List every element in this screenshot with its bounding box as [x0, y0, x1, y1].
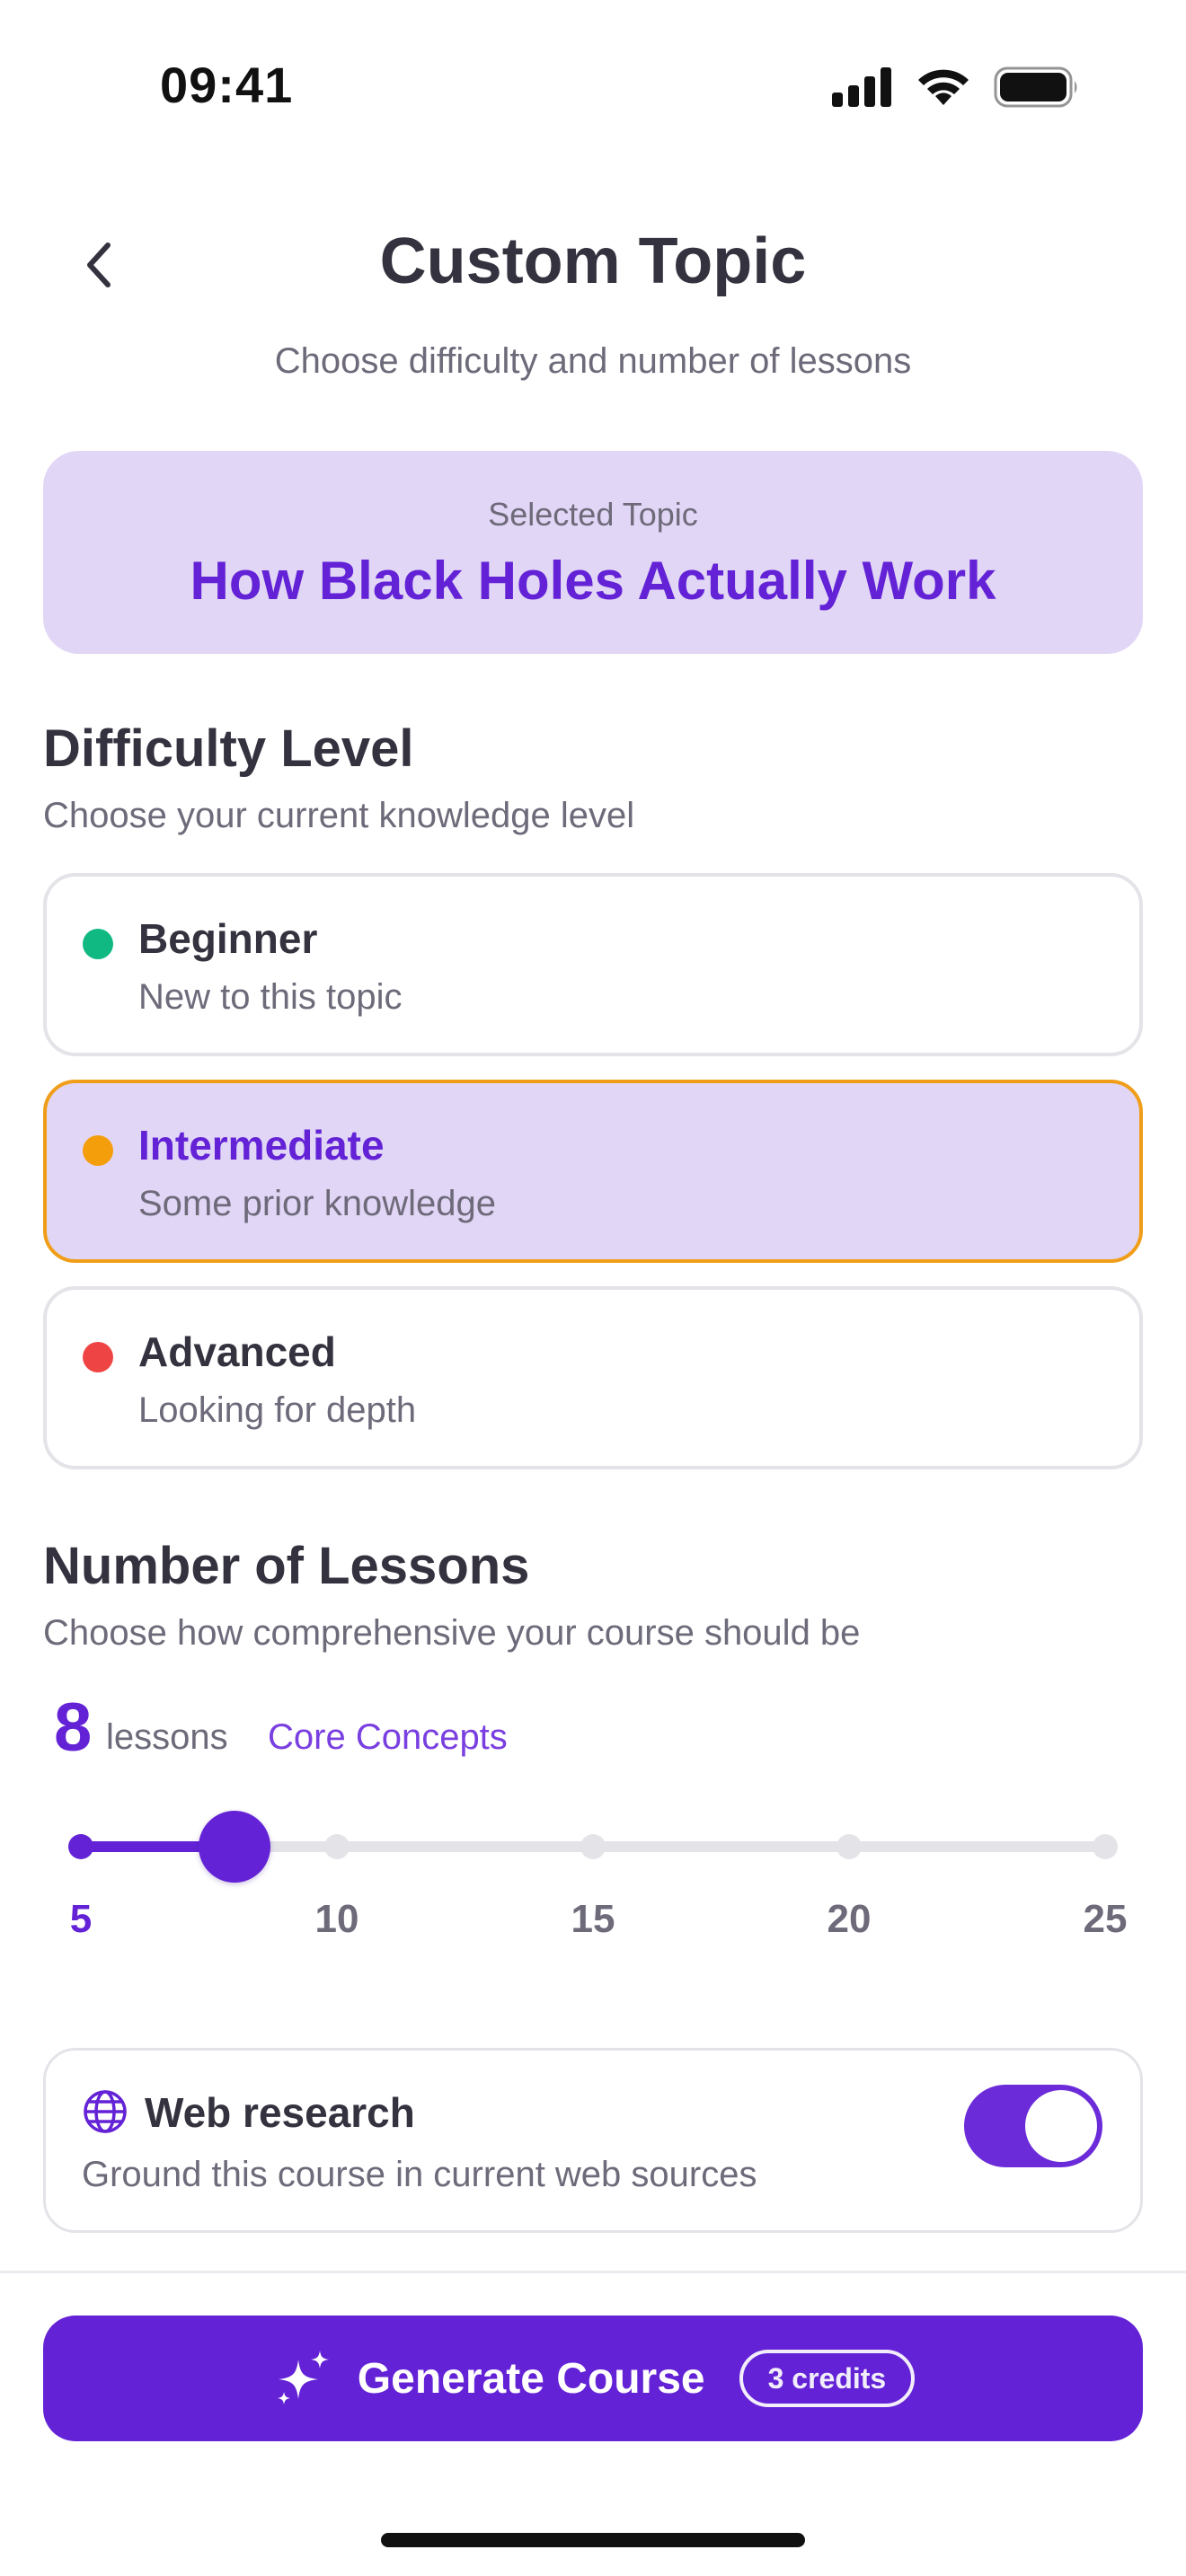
selected-topic-card: Selected Topic How Black Holes Actually …: [43, 451, 1143, 654]
slider-tick-label: 15: [571, 1897, 615, 1941]
difficulty-description: Choose your current knowledge level: [43, 796, 635, 835]
web-research-card: Web research Ground this course in curre…: [43, 2048, 1143, 2233]
slider-tick-labels: 5 10 15 20 25: [54, 1897, 1132, 1951]
status-bar: 09:41: [0, 0, 1186, 171]
difficulty-option-description: New to this topic: [138, 977, 403, 1017]
footer-divider: [0, 2271, 1186, 2273]
lesson-tier-label: Core Concepts: [268, 1717, 508, 1757]
slider-tick-label: 10: [314, 1897, 359, 1941]
slider-stop-5[interactable]: [68, 1834, 93, 1859]
difficulty-dot-icon: [83, 1135, 113, 1166]
cellular-signal-icon: [832, 67, 891, 107]
lesson-count-unit: lessons: [106, 1717, 228, 1757]
selected-topic-label: Selected Topic: [488, 496, 698, 533]
generate-course-button[interactable]: Generate Course 3 credits: [43, 2316, 1143, 2441]
lessons-slider[interactable]: [54, 1805, 1132, 1886]
slider-stop-15[interactable]: [580, 1834, 606, 1859]
sparkles-icon: [277, 2351, 329, 2404]
page-subtitle: Choose difficulty and number of lessons: [274, 341, 912, 381]
globe-icon: [84, 2090, 127, 2133]
page-title: Custom Topic: [379, 225, 807, 297]
status-time: 09:41: [160, 57, 294, 113]
difficulty-option-description: Some prior knowledge: [138, 1184, 496, 1223]
slider-stop-10[interactable]: [324, 1834, 350, 1859]
difficulty-dot-icon: [83, 1342, 113, 1372]
slider-tick-label: 5: [69, 1897, 93, 1941]
web-research-description: Ground this course in current web source…: [82, 2155, 757, 2194]
lessons-title: Number of Lessons: [43, 1537, 530, 1595]
difficulty-option-beginner[interactable]: Beginner New to this topic: [43, 873, 1143, 1056]
home-indicator: [381, 2533, 805, 2547]
difficulty-dot-icon: [83, 929, 113, 959]
selected-topic-name: How Black Holes Actually Work: [190, 551, 996, 611]
slider-tick-label: 25: [1083, 1897, 1128, 1941]
credits-badge: 3 credits: [739, 2350, 916, 2407]
web-research-toggle[interactable]: [964, 2085, 1102, 2167]
slider-stop-25[interactable]: [1093, 1834, 1118, 1859]
slider-stop-20[interactable]: [836, 1834, 862, 1859]
battery-icon: [994, 66, 1077, 108]
difficulty-option-label: Intermediate: [138, 1122, 385, 1169]
difficulty-option-advanced[interactable]: Advanced Looking for depth: [43, 1286, 1143, 1469]
difficulty-option-intermediate[interactable]: Intermediate Some prior knowledge: [43, 1080, 1143, 1263]
web-research-title: Web research: [145, 2089, 415, 2136]
slider-thumb[interactable]: [199, 1811, 270, 1883]
difficulty-option-label: Beginner: [138, 915, 318, 962]
wifi-icon: [918, 69, 969, 105]
slider-tick-label: 20: [827, 1897, 872, 1941]
difficulty-option-label: Advanced: [138, 1328, 336, 1375]
lesson-count: 8: [54, 1689, 93, 1766]
toggle-knob: [1025, 2090, 1097, 2162]
lessons-description: Choose how comprehensive your course sho…: [43, 1613, 861, 1653]
difficulty-title: Difficulty Level: [43, 719, 414, 778]
status-icons: [832, 66, 1080, 108]
generate-course-label: Generate Course: [357, 2354, 705, 2403]
difficulty-option-description: Looking for depth: [138, 1390, 417, 1430]
